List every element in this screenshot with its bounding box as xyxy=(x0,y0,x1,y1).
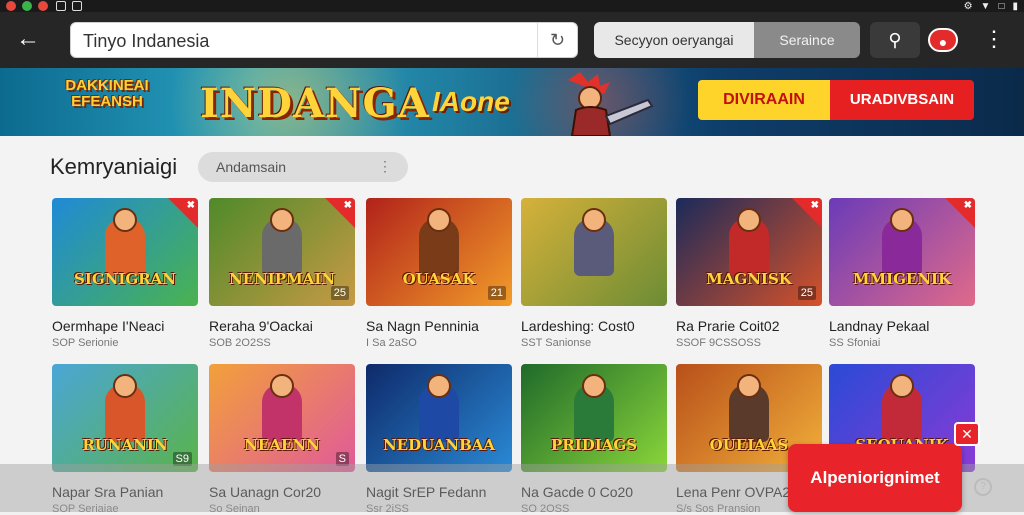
system-tray: ⚙ ▼ □ ▮ xyxy=(964,0,1018,12)
game-thumbnail[interactable] xyxy=(521,198,667,306)
game-character-head xyxy=(890,208,914,232)
ribbon-icon: ✖ xyxy=(963,200,972,211)
game-thumbnail[interactable]: NENIPMAIN ✖ 25 xyxy=(209,198,355,306)
filter-placeholder: Andamsain xyxy=(216,159,287,175)
game-logo-text: NEAENN xyxy=(244,436,320,454)
kebab-icon[interactable]: ⋮ xyxy=(980,24,1008,56)
game-subtitle: SOB 2O2SS xyxy=(209,337,271,349)
back-arrow-icon[interactable]: ← xyxy=(14,26,42,54)
banner-red-button[interactable]: URADIVBSAIN xyxy=(830,80,974,120)
game-character-head xyxy=(270,374,294,398)
segmented-control: Secyyon oeryangai Seraince xyxy=(594,22,860,58)
game-title[interactable]: Ra Prarie Coit02 xyxy=(676,318,822,334)
more-vertical-icon[interactable]: ⋮ xyxy=(378,158,392,175)
game-title[interactable]: Sa Nagn Penninia xyxy=(366,318,512,334)
game-card[interactable]: SIGNIGRAN ✖ Oermhape I'Neaci SOP Serionie xyxy=(52,198,198,349)
game-subtitle: SSOF 9CSSOSS xyxy=(676,337,761,349)
game-subtitle: SOP Serionie xyxy=(52,337,119,349)
search-icon[interactable]: ⚲ xyxy=(870,22,920,58)
url-text: Tinyo Indanesia xyxy=(83,31,210,51)
ribbon-icon: ✖ xyxy=(810,200,819,211)
game-character-head xyxy=(270,208,294,232)
banner-logo-right: IAone xyxy=(432,86,510,117)
game-logo-text: PRIDIAGS xyxy=(550,436,638,454)
wifi-icon: ▼ xyxy=(980,0,991,12)
browser-toolbar: ← Tinyo Indanesia ↻ Secyyon oeryangai Se… xyxy=(0,12,1024,68)
game-character-head xyxy=(582,374,606,398)
status-bar: ⚙ ▼ □ ▮ xyxy=(0,0,1024,12)
game-card[interactable]: MAGNISK ✖ 25 Ra Prarie Coit02 SSOF 9CSSOSS xyxy=(676,198,822,349)
game-subtitle: SS Sfoniai xyxy=(829,337,881,349)
reload-icon[interactable]: ↻ xyxy=(537,23,577,57)
record-icon xyxy=(6,1,16,11)
signal-icon: □ xyxy=(998,0,1005,12)
game-character-head xyxy=(427,208,451,232)
segment-right-button[interactable]: Seraince xyxy=(754,22,860,58)
ribbon-icon: ✖ xyxy=(343,200,352,211)
game-subtitle: I Sa 2aSO xyxy=(366,337,417,349)
banner-hero-character xyxy=(568,72,654,136)
game-card[interactable]: Lardeshing: Cost0 SST Sanionse xyxy=(521,198,667,349)
game-logo-text: SIGNIGRAN xyxy=(73,270,176,288)
game-card[interactable]: OUASAK 21 Sa Nagn Penninia I Sa 2aSO xyxy=(366,198,512,349)
game-title[interactable]: Oermhape I'Neaci xyxy=(52,318,198,334)
battery-icon: ▮ xyxy=(1012,0,1018,12)
section-title: Kemryaniaigi xyxy=(50,154,178,179)
game-tag: 25 xyxy=(797,286,816,300)
banner-logo-main: INDANGA xyxy=(200,80,430,127)
promo-banner[interactable]: DAKKINEAI EFEANSH INDANGA IAone DIVIRAAI… xyxy=(0,68,1024,136)
game-logo-text: NEDUANBAA xyxy=(382,436,496,454)
game-logo-text: MMIGENIK xyxy=(852,270,952,288)
game-thumbnail[interactable]: RUNANIN S9 xyxy=(52,364,198,472)
game-card[interactable]: NENIPMAIN ✖ 25 Reraha 9'Oackai SOB 2O2SS xyxy=(209,198,355,349)
record-button[interactable]: ● xyxy=(920,22,966,58)
ribbon-icon: ✖ xyxy=(186,200,195,211)
settings-icon: ⚙ xyxy=(963,0,973,12)
game-card[interactable]: MMIGENIK ✖ Landnay Pekaal SS Sfoniai xyxy=(829,198,975,349)
game-character-head xyxy=(582,208,606,232)
record-icon: ● xyxy=(928,28,958,52)
window-icon xyxy=(56,1,66,11)
banner-logo-left: DAKKINEAI EFEANSH xyxy=(65,77,149,110)
status-red-icon xyxy=(38,1,48,11)
filter-dropdown[interactable]: Andamsain ⋮ xyxy=(198,152,408,182)
game-subtitle: SST Sanionse xyxy=(521,337,592,349)
game-thumbnail[interactable]: MMIGENIK ✖ xyxy=(829,198,975,306)
cta-button[interactable]: Alpeniorignimet xyxy=(788,444,962,512)
game-tag: 25 xyxy=(330,286,349,300)
game-character-head xyxy=(113,208,137,232)
help-icon[interactable]: ? xyxy=(974,478,992,496)
game-thumbnail[interactable]: SIGNIGRAN ✖ xyxy=(52,198,198,306)
game-character-head xyxy=(737,374,761,398)
segment-left-button[interactable]: Secyyon oeryangai xyxy=(594,22,754,58)
game-title[interactable]: Landnay Pekaal xyxy=(829,318,975,334)
close-icon[interactable]: ✕ xyxy=(954,422,980,446)
game-character-head xyxy=(737,208,761,232)
window-icon xyxy=(72,1,82,11)
address-bar[interactable]: Tinyo Indanesia ↻ xyxy=(70,22,578,58)
game-character-head xyxy=(427,374,451,398)
game-title[interactable]: Lardeshing: Cost0 xyxy=(521,318,667,334)
status-green-icon xyxy=(22,1,32,11)
game-character-head xyxy=(113,374,137,398)
game-character-head xyxy=(890,374,914,398)
game-thumbnail[interactable]: OUASAK 21 xyxy=(366,198,512,306)
game-tag: 21 xyxy=(487,286,506,300)
banner-yellow-button[interactable]: DIVIRAAIN xyxy=(698,80,830,120)
game-title[interactable]: Reraha 9'Oackai xyxy=(209,318,355,334)
game-thumbnail[interactable]: PRIDIAGS xyxy=(521,364,667,472)
game-thumbnail[interactable]: NEAENN S xyxy=(209,364,355,472)
game-thumbnail[interactable]: NEDUANBAA xyxy=(366,364,512,472)
game-thumbnail[interactable]: MAGNISK ✖ 25 xyxy=(676,198,822,306)
